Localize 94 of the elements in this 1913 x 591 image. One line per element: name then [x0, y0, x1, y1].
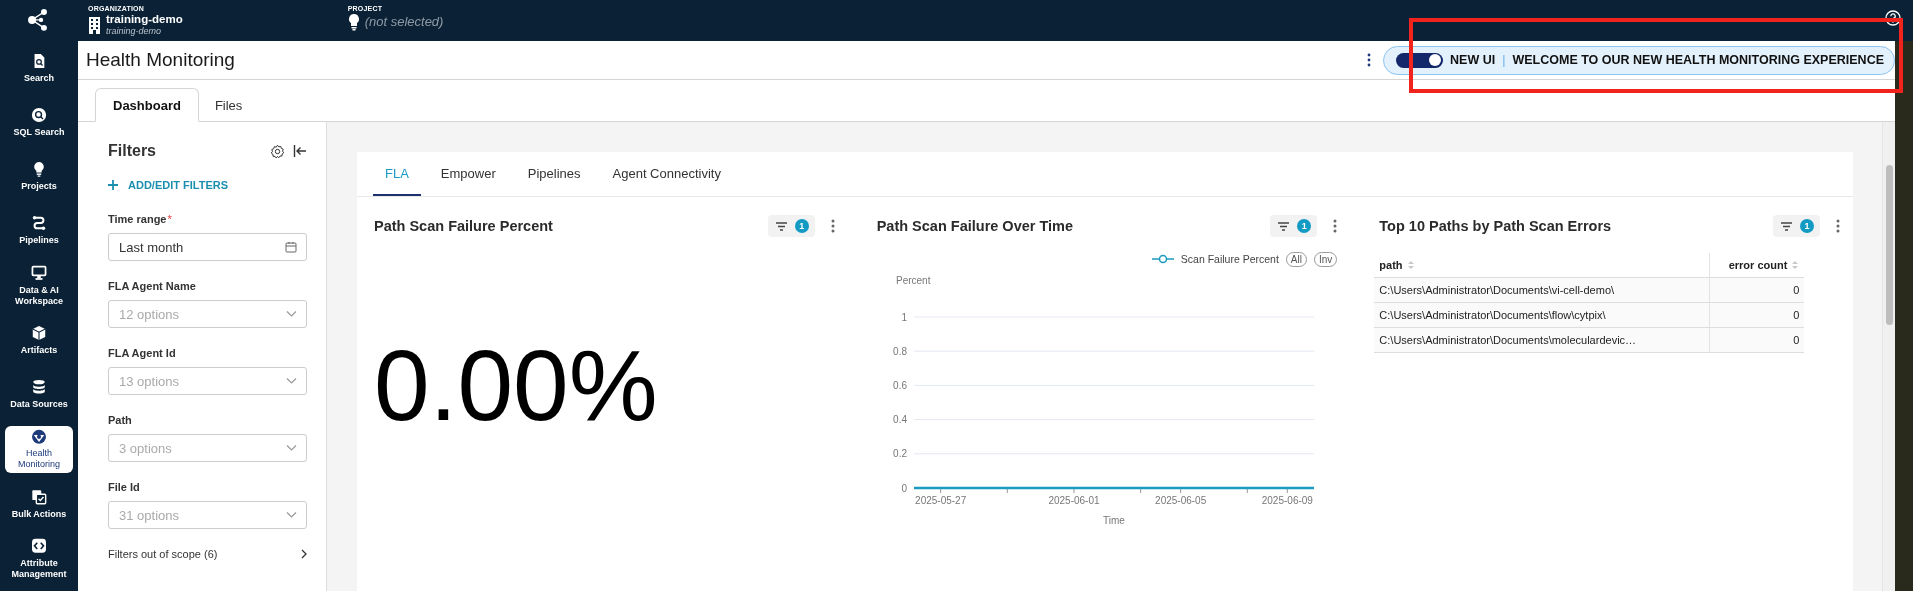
legend-marker-icon: [1151, 254, 1174, 264]
pipeline-icon: [31, 215, 47, 232]
tick-label: 0.4: [892, 414, 907, 426]
filter-icon: [1278, 221, 1290, 231]
lightbulb-icon: [347, 13, 360, 31]
panel-title: Filters: [108, 141, 157, 161]
tick-label: 0.8: [892, 345, 907, 357]
collapse-left-icon[interactable]: [293, 144, 307, 158]
field-label: Time range*: [108, 212, 172, 227]
tick-label: 0: [901, 482, 907, 494]
widget-title: Path Scan Failure Over Time: [876, 217, 1075, 235]
chevron-right-icon[interactable]: [301, 549, 307, 559]
widget-title: Top 10 Paths by Path Scan Errors: [1379, 217, 1613, 235]
chevron-down-icon: [286, 377, 297, 385]
count-badge: 1: [794, 219, 809, 233]
table-cell: 0: [1709, 327, 1805, 353]
more-icon[interactable]: [1333, 219, 1338, 233]
tick-label: 2025-06-09: [1261, 495, 1313, 506]
more-icon[interactable]: [1367, 53, 1372, 67]
table-cell: 0: [1709, 302, 1805, 328]
tick-label: 2025-05-27: [914, 495, 966, 506]
building-icon: [88, 15, 101, 34]
nav-item[interactable]: Artifacts: [5, 317, 73, 364]
tab[interactable]: Dashboard: [95, 88, 199, 122]
code-icon: [31, 538, 47, 554]
table-cell: C:\Users\Administrator\Documents\flow\cytpix\: [1374, 302, 1710, 328]
monitor-icon: [31, 264, 47, 281]
nav-item[interactable]: Attribute Management: [5, 535, 73, 583]
tab[interactable]: Pipelines: [515, 152, 593, 196]
select-field[interactable]: 3 options: [108, 434, 307, 462]
tick-label: 2025-06-05: [1154, 495, 1206, 506]
separator: |: [1502, 52, 1506, 68]
database-icon: [31, 379, 47, 396]
chevron-down-icon: [286, 511, 297, 519]
date-field[interactable]: Last month: [108, 233, 307, 261]
nav-item[interactable]: Bulk Actions: [5, 481, 73, 528]
chevron-down-icon: [286, 310, 297, 318]
table-cell: C:\Users\Administrator\Documents\vi-cell-demo\: [1374, 277, 1710, 303]
column-header[interactable]: path: [1379, 258, 1403, 272]
nav-item[interactable]: Data & AI Workspace: [5, 261, 73, 310]
lightbulb-icon: [31, 161, 47, 178]
page-title: Health Monitoring: [86, 49, 236, 71]
tick-label: 0.2: [892, 448, 907, 460]
scrollbar[interactable]: [1882, 122, 1895, 591]
nav-item[interactable]: SQL Search: [5, 99, 73, 146]
add-filters-button[interactable]: ADD/EDIT FILTERS: [108, 176, 228, 194]
nav-item[interactable]: Health Monitoring: [5, 425, 73, 474]
tick-label: 0.6: [892, 379, 907, 391]
calendar-icon: [285, 241, 297, 253]
plus-icon: [108, 180, 118, 190]
count-badge: 1: [1297, 219, 1312, 233]
column-header[interactable]: error count: [1728, 258, 1788, 272]
cube-icon: [31, 325, 47, 342]
chevron-down-icon: [286, 444, 297, 452]
table-cell: C:\Users\Administrator\Documents\moleculardevic…: [1374, 327, 1710, 353]
field-label: File Id: [108, 480, 140, 495]
tab[interactable]: Files: [198, 88, 259, 122]
tick-label: 1: [901, 311, 907, 323]
tab[interactable]: Empower: [428, 152, 508, 196]
magnifier-icon: [31, 107, 47, 124]
tab[interactable]: Agent Connectivity: [600, 152, 733, 196]
select-field[interactable]: 31 options: [108, 501, 307, 529]
help-icon[interactable]: [1885, 10, 1901, 26]
select-field[interactable]: 13 options: [108, 367, 307, 395]
organization-subtitle: training-demo: [106, 26, 163, 36]
field-label: Path: [108, 413, 132, 428]
widget-title: Path Scan Failure Percent: [374, 217, 554, 235]
axis-title: Percent: [895, 275, 931, 286]
more-icon[interactable]: [830, 219, 835, 233]
banner-message: WELCOME TO OUR NEW HEALTH MONITORING EXPERIENCE: [1512, 52, 1884, 68]
health-icon: [31, 428, 47, 445]
nav-item[interactable]: Projects: [5, 153, 73, 200]
more-icon[interactable]: [1836, 219, 1840, 233]
field-label: FLA Agent Name: [108, 279, 196, 294]
select-field[interactable]: 12 options: [108, 300, 307, 328]
filter-icon: [1781, 221, 1792, 231]
banner-label: NEW UI: [1450, 52, 1496, 68]
table-cell: 0: [1709, 277, 1805, 303]
checklist-icon: [31, 488, 47, 505]
tick-label: 2025-06-01: [1048, 495, 1100, 506]
project-selector[interactable]: (not selected): [364, 14, 444, 30]
metric-value: 0.00%: [374, 328, 658, 442]
count-badge: 1: [1800, 219, 1814, 233]
filter-icon: [775, 221, 787, 231]
axis-title: Time: [1102, 515, 1125, 526]
toggle-switch[interactable]: [1396, 52, 1444, 68]
legend-label: Scan Failure Percent: [1180, 252, 1279, 266]
settings-icon[interactable]: [270, 143, 285, 159]
nav-item[interactable]: Search: [5, 45, 73, 92]
nav-item[interactable]: Pipelines: [5, 207, 73, 254]
nav-item[interactable]: Data Sources: [5, 371, 73, 418]
field-label: FLA Agent Id: [108, 346, 176, 361]
organization-name[interactable]: training-demo: [106, 13, 183, 26]
expandable-section[interactable]: Filters out of scope (6): [108, 547, 301, 561]
